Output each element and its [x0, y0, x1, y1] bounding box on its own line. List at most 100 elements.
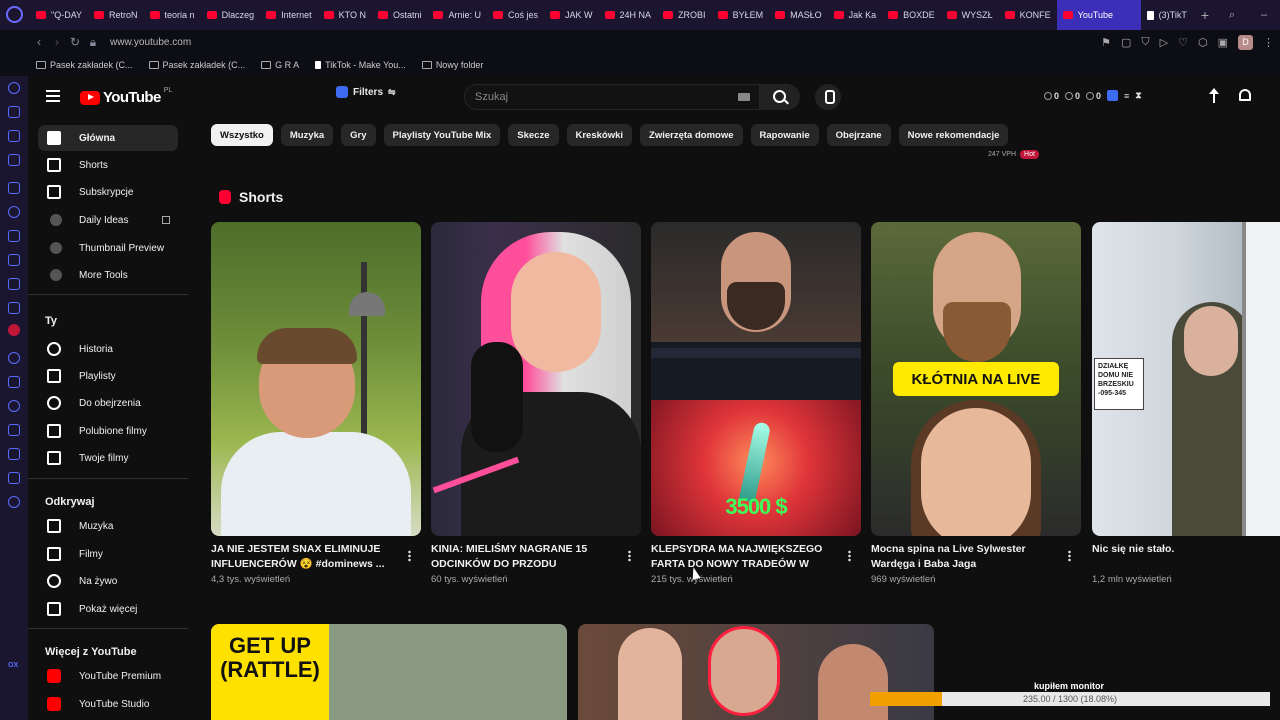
youtube-logo[interactable]: YouTube PL	[80, 87, 172, 106]
browser-tab[interactable]: WYSZŁ	[941, 0, 999, 30]
guide-item-daily-ideas[interactable]: Daily Ideas	[38, 207, 178, 233]
screenshot-icon[interactable]: ▢	[1121, 36, 1131, 49]
forward-icon[interactable]: ›	[48, 35, 66, 49]
short-title[interactable]: JA NIE JESTEM SNAX ELIMINUJE INFLUENCERÓ…	[211, 542, 391, 572]
heart-icon[interactable]: ♡	[1178, 36, 1188, 49]
sidepanel-sync-icon[interactable]	[8, 472, 20, 484]
browser-tab[interactable]: JAK W	[544, 0, 599, 30]
counter-clock[interactable]: 0	[1044, 90, 1059, 101]
browser-tab[interactable]: Dlaczeg	[201, 0, 261, 30]
more-options-icon[interactable]	[408, 550, 411, 562]
guide-item-playlisty[interactable]: Playlisty	[38, 363, 178, 389]
notifications-bell-icon[interactable]	[1239, 89, 1251, 101]
filter-chip[interactable]: Gry	[341, 124, 376, 146]
filter-chip[interactable]: Zwierzęta domowe	[640, 124, 743, 146]
sidepanel-chat-icon[interactable]	[8, 352, 20, 364]
sidepanel-pin-icon[interactable]	[8, 130, 20, 142]
minimize-icon[interactable]: –	[1261, 9, 1267, 21]
counter-eye[interactable]: 0	[1065, 90, 1080, 101]
new-tab-icon[interactable]: +	[1193, 7, 1217, 23]
sidepanel-tools-icon[interactable]	[8, 424, 20, 436]
short-title[interactable]: KLEPSYDRA MA NAJWIĘKSZEGO FARTA DO NOWY …	[651, 542, 831, 572]
filter-chip[interactable]: Playlisty YouTube Mix	[383, 124, 501, 146]
guide-item-shorts[interactable]: Shorts	[38, 152, 178, 178]
search-tabs-icon[interactable]: ⌕	[1229, 9, 1235, 22]
extension-button[interactable]	[1107, 90, 1119, 101]
guide-item-subskrypcje[interactable]: Subskrypcje	[38, 179, 178, 205]
guide-item-twoje-filmy[interactable]: Twoje filmy	[38, 445, 178, 471]
hourglass-button[interactable]: ⧗	[1135, 90, 1141, 101]
sidepanel-youtube-icon[interactable]	[8, 324, 20, 336]
sidepanel-extra-icon[interactable]: OX	[8, 662, 20, 674]
guide-item-główna[interactable]: Główna	[38, 125, 178, 151]
extensions-icon[interactable]: ⬡	[1198, 36, 1208, 49]
browser-tab[interactable]: Ostatni	[372, 0, 428, 30]
sidepanel-bookmark-icon[interactable]	[8, 106, 20, 118]
guide-menu-icon[interactable]	[46, 90, 60, 102]
more-options-icon[interactable]	[1068, 550, 1071, 562]
filter-chip[interactable]: Skecze	[508, 124, 559, 146]
keyboard-icon[interactable]	[738, 93, 750, 101]
sidepanel-twitch-icon[interactable]	[8, 182, 20, 194]
sidebar-toggle-icon[interactable]: ▣	[1218, 36, 1228, 49]
browser-tab[interactable]: "Q-DAY	[30, 0, 88, 30]
filter-chip[interactable]: Obejrzane	[826, 124, 891, 146]
browser-tab[interactable]: (3)TikT	[1141, 0, 1193, 30]
bookmark-item[interactable]: Nowy folder	[421, 60, 483, 70]
browser-tab[interactable]: Coś jes	[487, 0, 544, 30]
browser-tab[interactable]: KONFE	[999, 0, 1057, 30]
short-item[interactable]: KŁÓTNIA NA LIVE Mocna spina na Live Sylw…	[871, 222, 1081, 585]
shield-icon[interactable]: ⛉	[1141, 36, 1149, 49]
browser-tab[interactable]: teoria n	[144, 0, 201, 30]
sidepanel-heart-icon[interactable]	[8, 400, 20, 412]
guide-item-more-tools[interactable]: More Tools	[38, 262, 178, 288]
guide-section-explore[interactable]: Odkrywaj	[45, 496, 95, 508]
browser-tab[interactable]: BOXDE	[882, 0, 941, 30]
browser-tab[interactable]: YouTube	[1056, 0, 1141, 30]
short-title[interactable]: Mocna spina na Live Sylwester Wardęga i …	[871, 542, 1051, 572]
video-thumbnail[interactable]: GET UP (RATTLE)	[211, 624, 567, 720]
guide-section-more[interactable]: Więcej z YouTube	[45, 646, 137, 658]
sidepanel-x-icon[interactable]	[8, 278, 20, 290]
short-title[interactable]: Nic się nie stało.	[1092, 542, 1272, 572]
profile-avatar[interactable]: D	[1238, 34, 1253, 50]
short-item[interactable]: JA NIE JESTEM SNAX ELIMINUJE INFLUENCERÓ…	[211, 222, 421, 585]
voice-search-button[interactable]	[815, 84, 841, 110]
guide-item-polubione-filmy[interactable]: Polubione filmy	[38, 418, 178, 444]
play-icon[interactable]: ▷	[1160, 36, 1168, 49]
guide-item-filmy[interactable]: Filmy	[38, 541, 178, 567]
browser-tab[interactable]: 24H NA	[599, 0, 658, 30]
short-thumbnail[interactable]: 3500 $	[651, 222, 861, 536]
guide-item-thumbnail-preview[interactable]: Thumbnail Preview	[38, 235, 178, 261]
browser-tab[interactable]: ZROBI	[657, 0, 712, 30]
filter-chip[interactable]: Muzyka	[280, 124, 334, 146]
counter-hidden[interactable]: 0	[1086, 90, 1101, 101]
browser-tab[interactable]: BYŁEM	[712, 0, 770, 30]
create-upload-icon[interactable]	[1209, 88, 1219, 103]
guide-item-youtube-premium[interactable]: YouTube Premium	[38, 663, 178, 689]
guide-item-youtube-studio[interactable]: YouTube Studio	[38, 691, 178, 717]
browser-tab[interactable]: KTO N	[318, 0, 372, 30]
sidepanel-history-icon[interactable]	[8, 82, 20, 94]
short-item[interactable]: KINIA: MIELIŚMY NAGRANE 15 ODCINKÓW DO P…	[431, 222, 641, 585]
menu-icon[interactable]: ⋮	[1263, 36, 1274, 49]
filter-chip[interactable]: Wszystko	[211, 124, 273, 146]
guide-item-pokaż-więcej[interactable]: Pokaż więcej	[38, 596, 178, 622]
back-icon[interactable]: ‹	[30, 35, 48, 49]
browser-tab[interactable]: Arnie: U	[427, 0, 487, 30]
bookmark-item[interactable]: TikTok - Make You...	[315, 60, 406, 70]
sidepanel-messenger-icon[interactable]	[8, 206, 20, 218]
sidepanel-settings-icon[interactable]	[8, 496, 20, 508]
browser-tab[interactable]: Internet	[260, 0, 318, 30]
guide-item-na-żywo[interactable]: Na żywo	[38, 568, 178, 594]
short-thumbnail[interactable]	[211, 222, 421, 536]
sidepanel-telegram-icon[interactable]	[8, 230, 20, 242]
sidepanel-instagram-icon[interactable]	[8, 254, 20, 266]
browser-tab[interactable]: Jak Ka	[828, 0, 883, 30]
more-options-icon[interactable]	[848, 550, 851, 562]
filters-button[interactable]: Filters ⇋	[336, 86, 396, 98]
sidepanel-discord-icon[interactable]	[8, 302, 20, 314]
more-options-icon[interactable]	[628, 550, 631, 562]
list-button[interactable]: ≡	[1124, 90, 1129, 101]
short-title[interactable]: KINIA: MIELIŚMY NAGRANE 15 ODCINKÓW DO P…	[431, 542, 611, 572]
